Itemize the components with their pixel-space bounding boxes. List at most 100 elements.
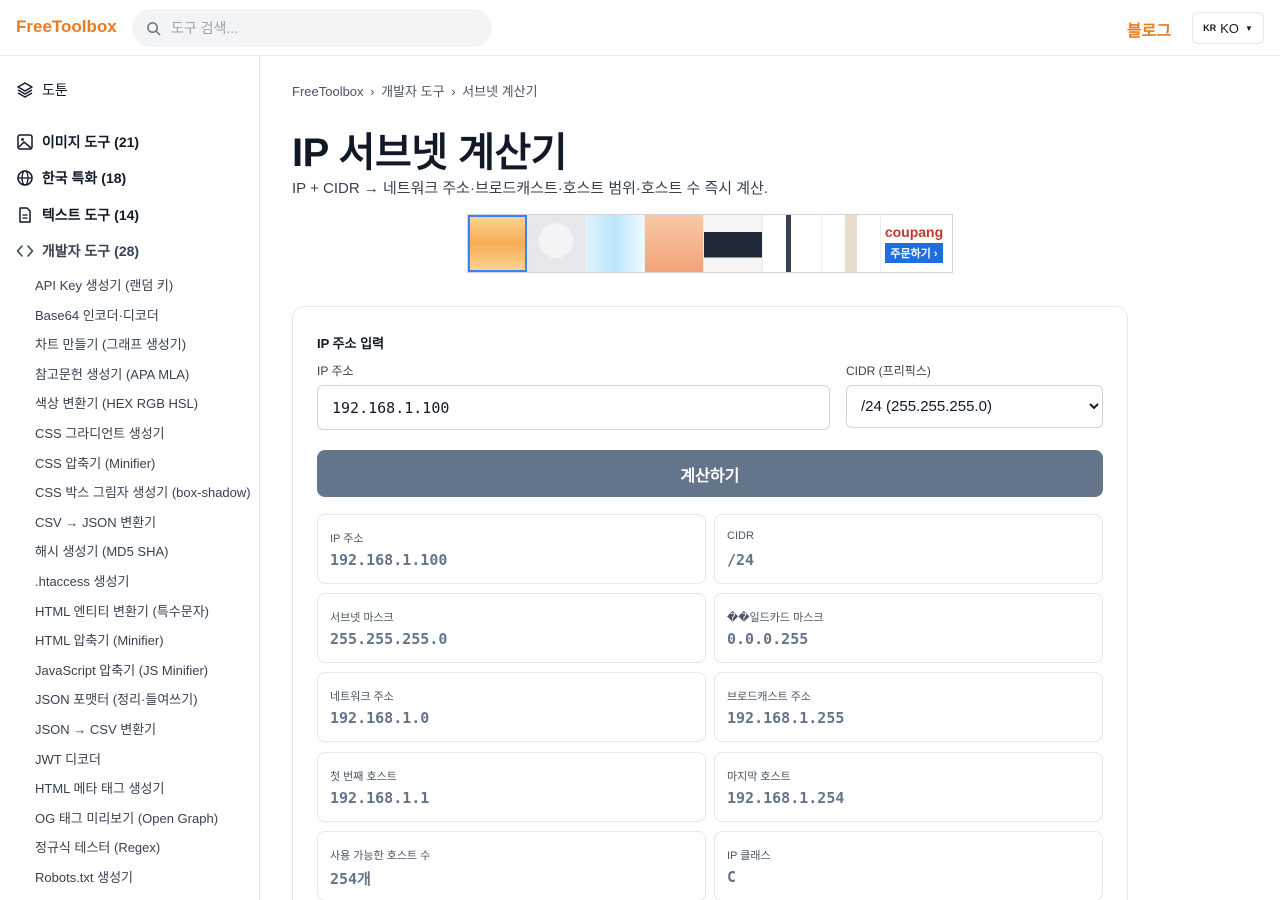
globe-icon <box>16 169 34 187</box>
sidebar-all-tools-label: 도툰 <box>42 82 68 98</box>
breadcrumb-current: 서브넷 계산기 <box>462 84 538 99</box>
search-icon <box>147 21 161 35</box>
breadcrumb-separator: › <box>370 84 375 99</box>
result-label: 네트워크 주소 <box>330 691 394 703</box>
code-icon <box>16 242 34 260</box>
section-title: IP 주소 입력 <box>317 336 385 351</box>
result-card: 네트워크 주소 192.168.1.0 <box>317 672 706 742</box>
image-icon <box>16 133 34 151</box>
search-box[interactable] <box>132 9 492 47</box>
result-value[interactable]: 255.255.255.0 <box>330 630 447 648</box>
result-card: CIDR/24 <box>714 514 1103 584</box>
sidebar-category-text[interactable]: 텍스트 도구 (14) <box>16 205 139 225</box>
sidebar-item[interactable]: JWT 디코더 <box>35 749 101 768</box>
ad-coupang[interactable]: coupang 주문하기 › <box>881 215 947 272</box>
caret-down-icon: ▼ <box>1244 23 1253 33</box>
ad-product-image[interactable] <box>527 215 586 272</box>
ad-order-button[interactable]: 주문하기 › <box>885 243 943 263</box>
result-value[interactable]: 192.168.1.1 <box>330 789 429 807</box>
ad-product-image[interactable] <box>704 215 763 272</box>
result-card: IP 주소 192.168.1.100 <box>317 514 706 584</box>
result-value[interactable]: C <box>727 868 736 886</box>
result-label: 서브넷 마스크 <box>330 612 394 624</box>
result-card: 사용 가능한 호스트 수 254개 <box>317 831 706 900</box>
breadcrumb: FreeToolbox › 개발자 도구 › 서브넷 계산기 <box>292 81 538 100</box>
blog-link[interactable]: 블로그 <box>1127 17 1171 41</box>
result-value[interactable]: 192.168.1.254 <box>727 789 844 807</box>
result-label: 사용 가능한 호스트 수 <box>330 850 431 862</box>
result-card: 서브넷 마스크 255.255.255.0 <box>317 593 706 663</box>
result-label: ��일드카드 마스크 <box>727 612 824 624</box>
ad-banner[interactable]: coupang 주문하기 › <box>467 214 953 273</box>
language-selector[interactable]: KR KO ▼ <box>1192 12 1264 44</box>
sidebar-item[interactable]: HTML 메타 태그 생성기 <box>35 778 164 797</box>
result-label: 첫 번째 호스트 <box>330 771 397 783</box>
sidebar: 도툰 이미지 도구 (21) 한국 특화 (18) 텍스트 도구 (14) 개발… <box>0 56 260 900</box>
result-card: 첫 번째 호스트 192.168.1.1 <box>317 752 706 822</box>
search-input[interactable] <box>171 20 471 36</box>
sidebar-item[interactable]: Base64 인코더·디코더 <box>35 305 159 324</box>
page-description: IP + CIDR → 네트워크 주소·브로드캐스트·호스트 범위·호스트 수 … <box>292 180 768 197</box>
sidebar-item[interactable]: CSV → JSON 변환기 <box>35 512 156 531</box>
result-card: 마지막 호스트 192.168.1.254 <box>714 752 1103 822</box>
result-label: 마지막 호스트 <box>727 771 791 783</box>
sidebar-item[interactable]: API Key 생성기 (랜덤 키) <box>35 275 173 294</box>
sidebar-item[interactable]: OG 태그 미리보기 (Open Graph) <box>35 808 218 827</box>
result-value[interactable]: 192.168.1.100 <box>330 551 447 569</box>
document-icon <box>16 206 34 224</box>
sidebar-item[interactable]: JSON → CSV 변환기 <box>35 719 156 738</box>
page-title: IP 서브넷 계산기 <box>292 131 568 175</box>
ad-product-image[interactable] <box>645 215 704 272</box>
sidebar-all-tools[interactable]: 도툰 <box>16 80 68 100</box>
cidr-select[interactable]: /24 (255.255.255.0) <box>846 385 1103 428</box>
result-value[interactable]: 192.168.1.0 <box>330 709 429 727</box>
result-card: IP 클래스 C <box>714 831 1103 900</box>
sidebar-item[interactable]: CSS 박스 그림자 생성기 (box-shadow) <box>35 482 251 501</box>
result-value[interactable]: 254개 <box>330 868 371 889</box>
kr-flag-icon: KR <box>1203 23 1217 33</box>
ad-product-image[interactable] <box>763 215 822 272</box>
sidebar-item[interactable]: HTML 압축기 (Minifier) <box>35 630 164 649</box>
sidebar-category-label: 개발자 도구 (28) <box>42 243 140 259</box>
result-label: IP 클래스 <box>727 850 771 862</box>
ad-product-image[interactable] <box>468 215 527 272</box>
sidebar-category-label: 이미지 도구 (21) <box>42 134 140 150</box>
result-label: CIDR <box>727 530 754 542</box>
sidebar-item[interactable]: HTML 엔티티 변환기 (특수문자) <box>35 601 209 620</box>
sidebar-item[interactable]: .htaccess 생성기 <box>35 571 129 590</box>
sidebar-category-image[interactable]: 이미지 도구 (21) <box>16 132 139 152</box>
coupang-logo: coupang <box>884 224 944 240</box>
breadcrumb-category[interactable]: 개발자 도구 <box>381 84 444 99</box>
language-label: KO <box>1220 20 1239 36</box>
sidebar-item[interactable]: 참고문헌 생성기 (APA MLA) <box>35 364 189 383</box>
result-value[interactable]: 0.0.0.255 <box>727 630 808 648</box>
result-label: IP 주소 <box>330 533 364 545</box>
breadcrumb-separator: › <box>451 84 456 99</box>
brand-logo[interactable]: FreeToolbox <box>16 17 117 37</box>
breadcrumb-home[interactable]: FreeToolbox <box>292 84 364 99</box>
sidebar-item[interactable]: 해시 생성기 (MD5 SHA) <box>35 541 168 560</box>
sidebar-item[interactable]: Robots.txt 생성기 <box>35 867 133 886</box>
calculate-button[interactable]: 계산하기 <box>317 450 1103 497</box>
sidebar-category-developer[interactable]: 개발자 도구 (28) <box>16 241 139 261</box>
sidebar-item[interactable]: CSS 압축기 (Minifier) <box>35 453 155 472</box>
sidebar-item[interactable]: 색상 변환기 (HEX RGB HSL) <box>35 393 198 412</box>
layers-icon <box>16 81 34 99</box>
sidebar-category-korea[interactable]: 한국 특화 (18) <box>16 168 126 188</box>
cidr-label: CIDR (프리픽스) <box>846 364 931 378</box>
top-header: FreeToolbox 블로그 KR KO ▼ <box>0 0 1280 56</box>
sidebar-item[interactable]: CSS 그라디언트 생성기 <box>35 423 165 442</box>
result-value[interactable]: /24 <box>727 551 754 569</box>
ip-address-input[interactable] <box>317 385 830 430</box>
sidebar-item[interactable]: JSON 포맷터 (정리·들여쓰기) <box>35 689 198 708</box>
ip-label: IP 주소 <box>317 364 354 378</box>
sidebar-item[interactable]: 차트 만들기 (그래프 생성기) <box>35 334 186 353</box>
result-label: 브로드캐스트 주소 <box>727 691 812 703</box>
sidebar-category-label: 한국 특화 (18) <box>42 170 127 186</box>
result-card: ��일드카드 마스크 0.0.0.255 <box>714 593 1103 663</box>
ad-product-image[interactable] <box>586 215 645 272</box>
sidebar-item[interactable]: JavaScript 압축기 (JS Minifier) <box>35 660 208 679</box>
sidebar-item[interactable]: 정규식 테스터 (Regex) <box>35 837 160 856</box>
ad-product-image[interactable] <box>822 215 881 272</box>
result-value[interactable]: 192.168.1.255 <box>727 709 844 727</box>
